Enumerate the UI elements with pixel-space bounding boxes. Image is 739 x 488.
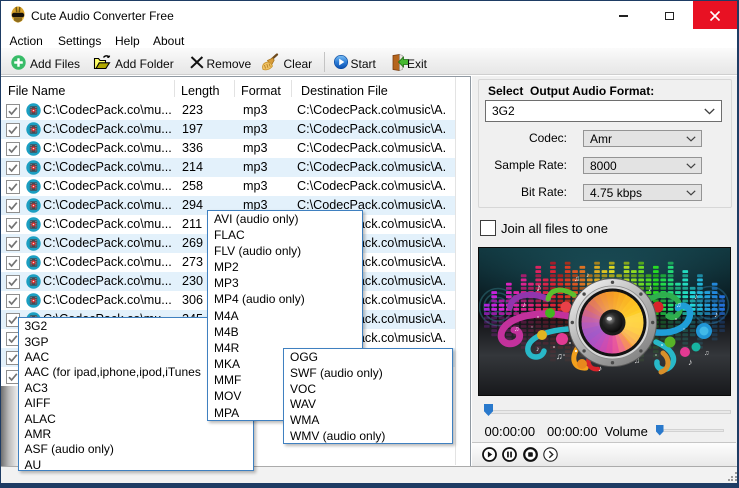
svg-text:♪: ♪ <box>714 310 718 319</box>
svg-text:♪: ♪ <box>694 292 698 301</box>
svg-text:♪: ♪ <box>688 357 693 367</box>
svg-text:♫: ♫ <box>514 326 519 333</box>
svg-text:♪: ♪ <box>586 272 590 279</box>
svg-text:♪: ♪ <box>648 283 653 293</box>
svg-text:♪: ♪ <box>522 300 526 309</box>
svg-text:♫: ♫ <box>704 350 709 357</box>
svg-text:♫: ♫ <box>676 302 681 309</box>
svg-text:♪: ♪ <box>536 282 542 294</box>
svg-text:♫: ♫ <box>574 274 580 283</box>
svg-text:♫: ♫ <box>556 351 563 361</box>
svg-text:♪: ♪ <box>536 346 540 353</box>
